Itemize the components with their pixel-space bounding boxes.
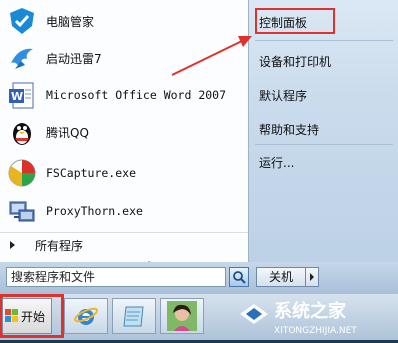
search-icon bbox=[233, 271, 246, 284]
taskbar-ie-button[interactable] bbox=[64, 298, 108, 334]
start-label: 开始 bbox=[21, 309, 46, 324]
watermark-name: 系统之家 bbox=[274, 300, 347, 322]
taskbar-notepad-button[interactable] bbox=[112, 298, 156, 334]
watermark-url: XITONGZHIJIA.NET bbox=[274, 326, 357, 336]
windows-logo-icon bbox=[5, 309, 18, 322]
start-button[interactable]: 开始 bbox=[2, 298, 52, 334]
user-photo-icon bbox=[167, 301, 197, 331]
internet-explorer-icon bbox=[73, 307, 99, 325]
search-button[interactable] bbox=[229, 267, 249, 287]
shutdown-options-button[interactable] bbox=[305, 267, 319, 287]
watermark-logo: 系统之家 XITONGZHIJIA.NET bbox=[232, 290, 398, 340]
taskbar-photo-button[interactable] bbox=[160, 298, 204, 334]
chevron-right-icon bbox=[310, 273, 314, 281]
shutdown-button[interactable]: 关机 bbox=[256, 267, 306, 287]
search-input[interactable]: 搜索程序和文件 bbox=[6, 267, 226, 287]
notepad-icon bbox=[123, 306, 144, 327]
